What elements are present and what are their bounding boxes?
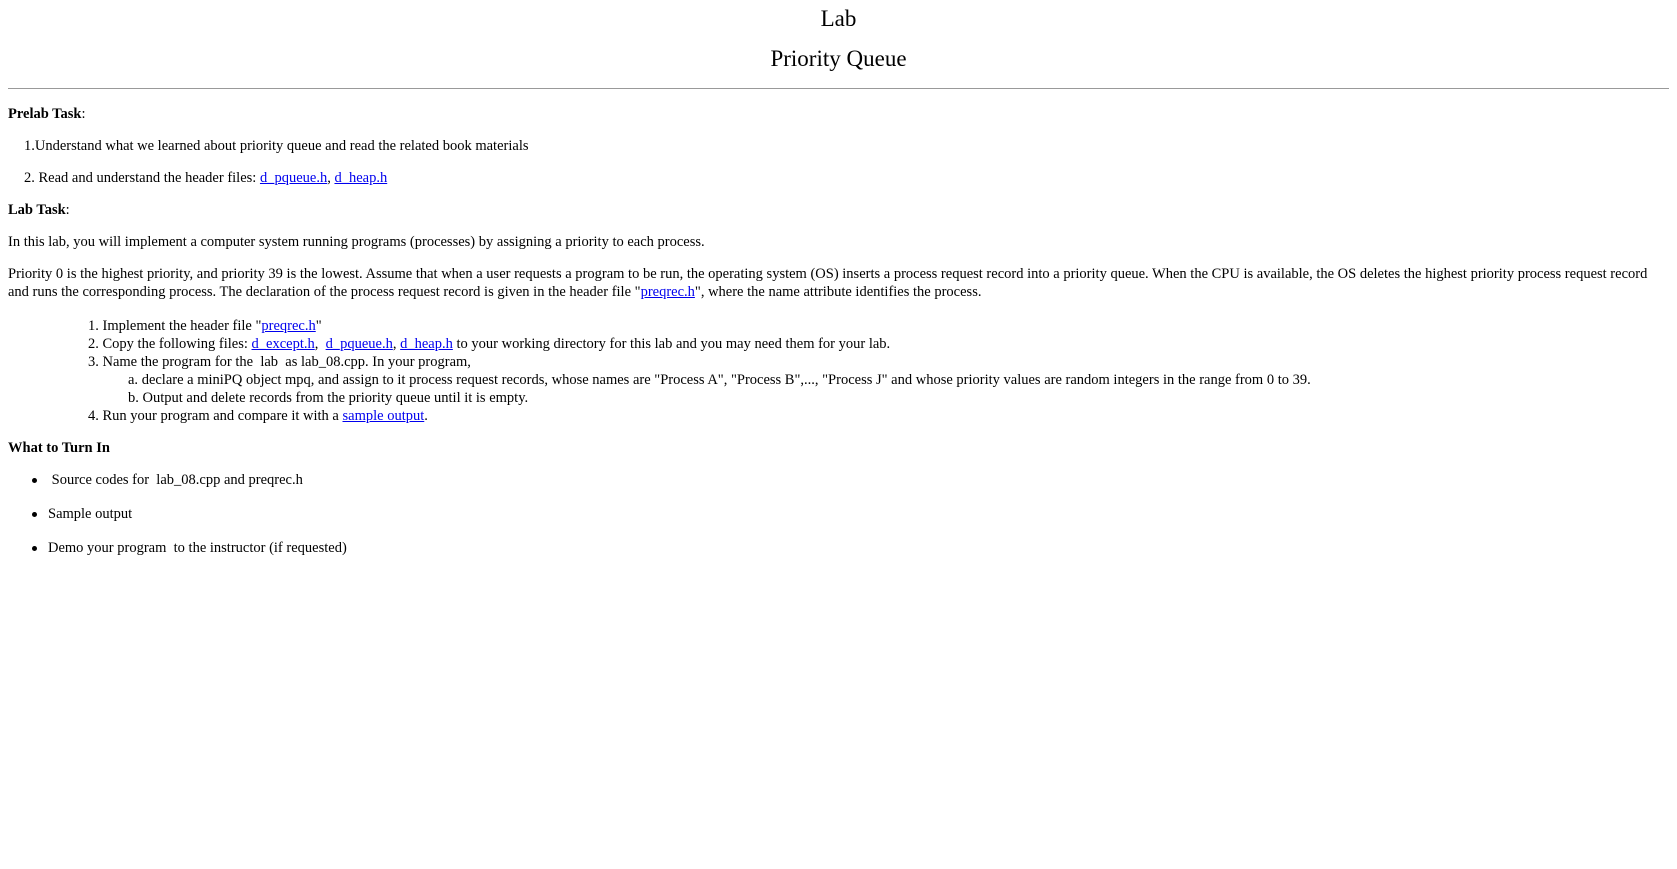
prelab-item-2: 2. Read and understand the header files:… — [8, 169, 1669, 187]
lab-step-4: 4. Run your program and compare it with … — [88, 407, 1669, 425]
substep-b-text: Output and delete records from the prior… — [138, 390, 529, 406]
lab-substeps-list: a. declare a miniPQ object mpq, and assi… — [88, 371, 1669, 407]
lab-steps-list: 1. Implement the header file "preqrec.h"… — [8, 317, 1669, 425]
d-pqueue-link[interactable]: d_pqueue.h — [260, 170, 327, 186]
turnin-list: Source codes for lab_08.cpp and preqrec.… — [8, 471, 1669, 557]
d-heap-link-step[interactable]: d_heap.h — [400, 336, 453, 352]
sample-output-link[interactable]: sample output — [343, 408, 425, 424]
step-4-text: Run your program and compare it with a — [98, 408, 343, 424]
bullet-icon — [32, 512, 37, 517]
bullet-icon — [32, 546, 37, 551]
step-2-suffix: to your working directory for this lab a… — [452, 336, 891, 352]
turnin-item-text: Source codes for lab_08.cpp and preqrec.… — [48, 472, 303, 488]
step-number: 2. — [88, 336, 99, 352]
lab-step-2: 2. Copy the following files: d_except.h,… — [88, 335, 1669, 353]
substep-letter: a. — [128, 372, 139, 388]
step-number: 3. — [88, 354, 99, 370]
step-number: 1. — [88, 318, 99, 334]
lab-heading-label: Lab Task — [8, 202, 66, 218]
link-separator: , — [314, 336, 326, 352]
lab-substep-a: a. declare a miniPQ object mpq, and assi… — [128, 371, 1669, 389]
divider — [8, 88, 1669, 89]
step-number: 4. — [88, 408, 99, 424]
prelab-colon: : — [81, 106, 86, 122]
lab-step-1: 1. Implement the header file "preqrec.h" — [88, 317, 1669, 335]
lab-colon: : — [65, 202, 70, 218]
lab-substep-b: b. Output and delete records from the pr… — [128, 389, 1669, 407]
prelab-heading: Prelab Task: — [8, 105, 1669, 123]
turnin-item-text: Sample output — [48, 506, 133, 522]
step-2-text: Copy the following files: — [98, 336, 252, 352]
lab-heading: Lab Task: — [8, 201, 1669, 219]
page: Lab Priority Queue Prelab Task: 1.Unders… — [0, 0, 1677, 557]
substep-letter: b. — [128, 390, 139, 406]
preqrec-link-step[interactable]: preqrec.h — [261, 318, 315, 334]
substep-a-text: declare a miniPQ object mpq, and assign … — [138, 372, 1311, 388]
d-except-link[interactable]: d_except.h — [252, 336, 315, 352]
step-1-text: Implement the header file " — [98, 318, 262, 334]
page-title: Lab — [820, 6, 857, 31]
turnin-item: Demo your program to the instructor (if … — [32, 539, 1669, 557]
lab-step-3: 3. Name the program for the lab as lab_0… — [88, 353, 1669, 407]
turnin-item-text: Demo your program to the instructor (if … — [48, 540, 347, 556]
turnin-item: Sample output — [32, 505, 1669, 523]
d-heap-link[interactable]: d_heap.h — [334, 170, 387, 186]
turnin-heading-label: What to Turn In — [8, 440, 110, 456]
prelab-item-1: 1.Understand what we learned about prior… — [24, 138, 529, 154]
lab-description: Priority 0 is the highest priority, and … — [8, 265, 1669, 301]
prelab-item-2-text: 2. Read and understand the header files: — [24, 170, 260, 186]
page-subtitle: Priority Queue — [770, 46, 907, 71]
preqrec-link[interactable]: preqrec.h — [641, 284, 695, 300]
turnin-heading: What to Turn In — [8, 439, 1669, 457]
step-3-text: Name the program for the lab as lab_08.c… — [98, 354, 471, 370]
lab-intro: In this lab, you will implement a comput… — [8, 234, 705, 250]
prelab-heading-label: Prelab Task — [8, 106, 82, 122]
turnin-item: Source codes for lab_08.cpp and preqrec.… — [32, 471, 1669, 489]
d-pqueue-link-step[interactable]: d_pqueue.h — [326, 336, 393, 352]
lab-description-tail: ", where the name attribute identifies t… — [694, 284, 982, 300]
step-4-suffix: . — [424, 408, 428, 424]
bullet-icon — [32, 478, 37, 483]
step-1-suffix: " — [315, 318, 322, 334]
